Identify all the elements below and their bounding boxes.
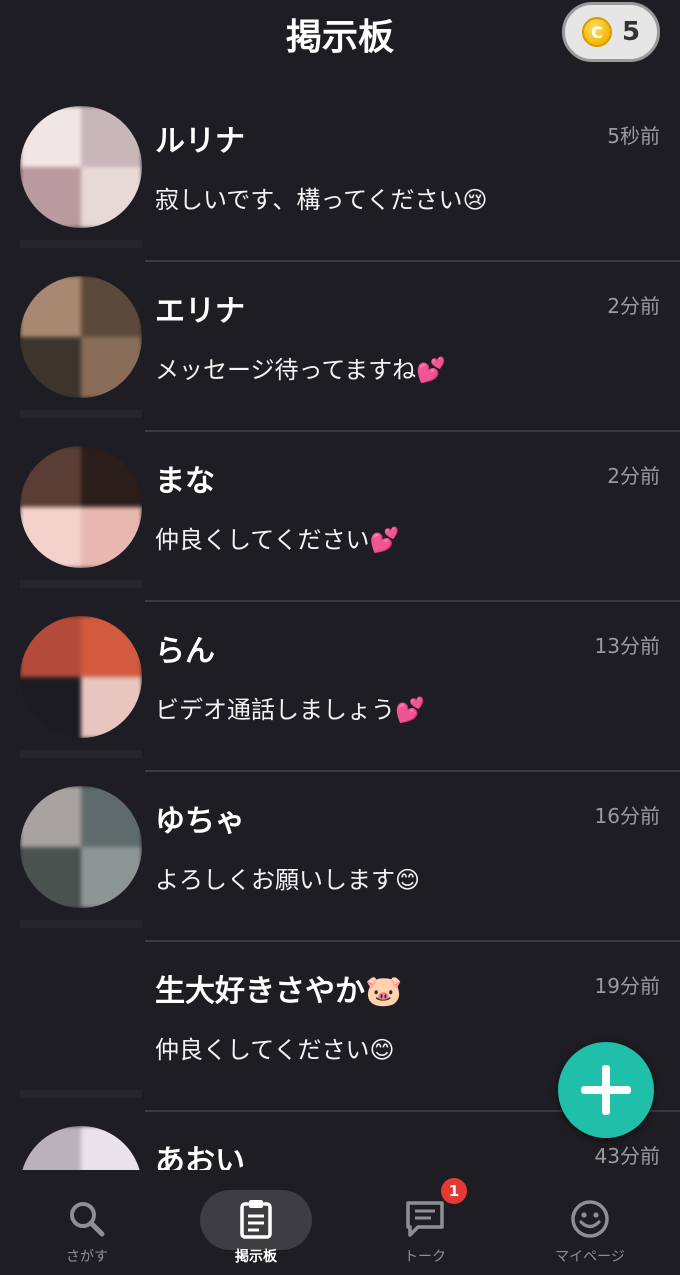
- plus-icon: [581, 1065, 631, 1115]
- avatar[interactable]: [20, 446, 142, 568]
- post-timestamp: 2分前: [607, 294, 660, 318]
- post-timestamp: 43分前: [594, 1144, 660, 1168]
- nav-tab-mypage[interactable]: マイページ: [505, 1170, 675, 1275]
- nav-tab-search[interactable]: さがす: [2, 1170, 172, 1275]
- coin-count: 5: [621, 17, 641, 47]
- avatar-shadow: [20, 240, 142, 248]
- post-timestamp: 2分前: [607, 464, 660, 488]
- nav-label: マイページ: [555, 1249, 625, 1265]
- post-timestamp: 13分前: [594, 634, 660, 658]
- nav-tab-talk[interactable]: トーク: [340, 1170, 510, 1275]
- avatar-image: [20, 106, 142, 228]
- post-message: 仲良くしてください😊: [155, 1036, 395, 1064]
- post-author-name: エリナ: [155, 294, 245, 329]
- board-post[interactable]: ゆちゃ 16分前 よろしくお願いします😊: [0, 772, 680, 942]
- avatar[interactable]: [20, 1126, 142, 1170]
- talk-unread-badge: 1: [441, 1178, 467, 1204]
- post-author-name: らん: [155, 634, 215, 669]
- board-post[interactable]: まな 2分前 仲良くしてください💕: [0, 432, 680, 602]
- smiley-icon: [569, 1198, 611, 1240]
- post-message: 寂しいです、構ってください😢: [155, 186, 488, 214]
- avatar-shadow: [20, 1090, 142, 1098]
- nav-tab-board[interactable]: 掲示板: [171, 1170, 341, 1275]
- post-message: ビデオ通話しましょう💕: [155, 696, 425, 724]
- board-post[interactable]: らん 13分前 ビデオ通話しましょう💕: [0, 602, 680, 772]
- coin-icon: C: [581, 17, 612, 47]
- post-timestamp: 19分前: [594, 974, 660, 998]
- chat-icon: [404, 1198, 446, 1240]
- post-message: よろしくお願いします😊: [155, 866, 421, 894]
- clipboard-icon: [235, 1198, 277, 1240]
- post-message: メッセージ待ってますね💕: [155, 356, 447, 384]
- post-author-name: あおい: [155, 1144, 245, 1170]
- create-post-button[interactable]: [558, 1042, 654, 1138]
- post-author-name: まな: [155, 464, 215, 499]
- avatar[interactable]: [20, 786, 142, 908]
- post-timestamp: 16分前: [594, 804, 660, 828]
- avatar-image: [20, 616, 142, 738]
- coin-balance-button[interactable]: C 5: [562, 2, 660, 62]
- post-author-name: 生大好きさやか🐷: [155, 974, 403, 1009]
- avatar[interactable]: [20, 276, 142, 398]
- app-screen: 掲示板 C 5 ルリナ 5秒前 寂しいです、構ってください😢 エリナ 2分前 メ…: [0, 0, 680, 1275]
- header: 掲示板 C 5: [0, 0, 680, 82]
- board-post[interactable]: エリナ 2分前 メッセージ待ってますね💕: [0, 262, 680, 432]
- bottom-navigation: さがす 掲示板 トーク マイページ: [0, 1170, 680, 1275]
- search-icon: [66, 1198, 108, 1240]
- avatar-shadow: [20, 410, 142, 418]
- avatar-shadow: [20, 750, 142, 758]
- board-post[interactable]: ルリナ 5秒前 寂しいです、構ってください😢: [0, 92, 680, 262]
- avatar-image: [20, 276, 142, 398]
- post-author-name: ルリナ: [155, 124, 245, 159]
- avatar-image: [20, 1126, 142, 1170]
- avatar-image: [20, 786, 142, 908]
- nav-label: さがす: [66, 1249, 108, 1265]
- avatar-shadow: [20, 580, 142, 588]
- avatar-shadow: [20, 920, 142, 928]
- board-post-list[interactable]: ルリナ 5秒前 寂しいです、構ってください😢 エリナ 2分前 メッセージ待ってま…: [0, 92, 680, 1170]
- avatar[interactable]: [20, 616, 142, 738]
- avatar[interactable]: [20, 106, 142, 228]
- post-message: 仲良くしてください💕: [155, 526, 400, 554]
- nav-label: 掲示板: [235, 1249, 277, 1265]
- avatar-image: [20, 446, 142, 568]
- post-author-name: ゆちゃ: [155, 804, 245, 839]
- nav-label: トーク: [404, 1249, 446, 1265]
- post-timestamp: 5秒前: [607, 124, 660, 148]
